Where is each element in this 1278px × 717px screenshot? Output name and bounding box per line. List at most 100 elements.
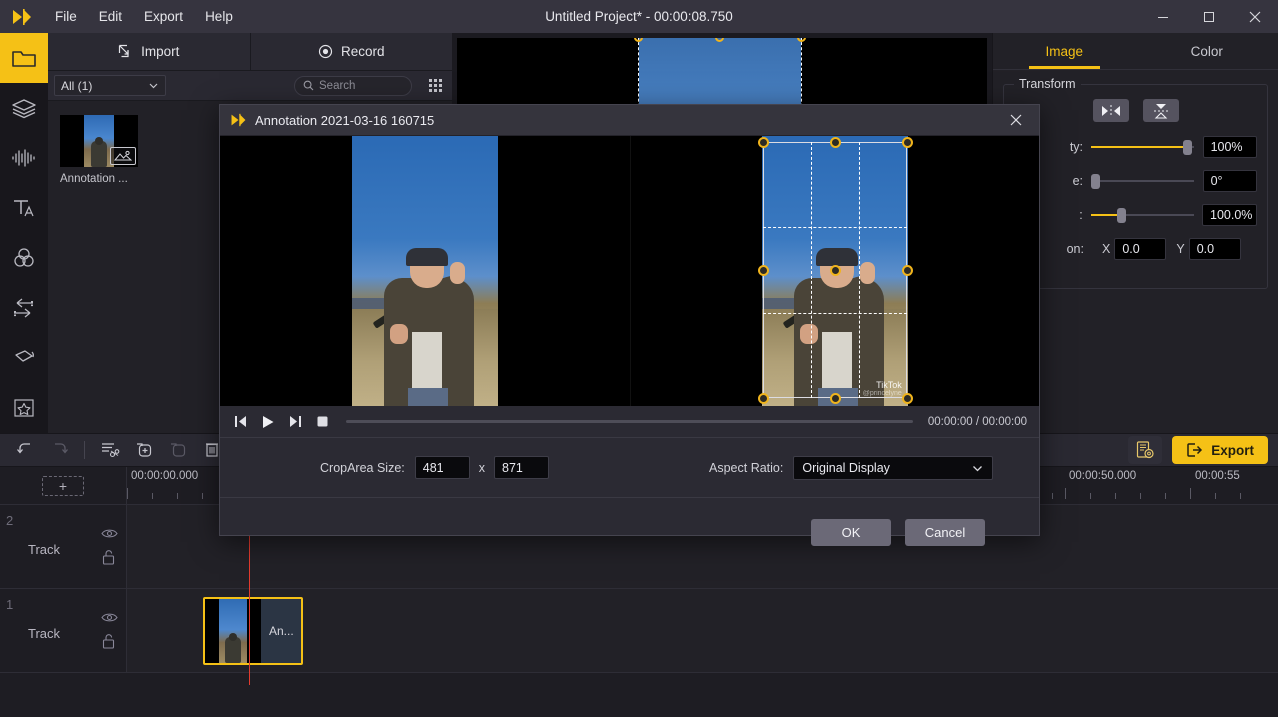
position-y-value[interactable]: 0.0 xyxy=(1189,238,1241,260)
minimize-button[interactable] xyxy=(1140,0,1186,33)
tab-image[interactable]: Image xyxy=(993,33,1136,69)
redo-button[interactable] xyxy=(44,437,74,463)
unlock-icon[interactable] xyxy=(101,633,118,649)
opacity-slider[interactable] xyxy=(1091,136,1193,158)
sidebar-item-audio[interactable] xyxy=(0,133,48,183)
croparea-height-input[interactable]: 871 xyxy=(494,456,549,479)
opacity-row: ty: 100% xyxy=(1014,136,1257,158)
croparea-separator: x xyxy=(479,461,485,475)
dialog-preview-area: TikTok @princelyne xyxy=(220,136,1039,406)
flip-vertical-button[interactable] xyxy=(1143,99,1179,122)
cancel-button[interactable]: Cancel xyxy=(905,519,985,546)
duplicate-button[interactable] xyxy=(129,437,159,463)
next-frame-button[interactable] xyxy=(286,412,304,432)
playback-scrubber[interactable] xyxy=(346,420,913,423)
aspect-ratio-dropdown[interactable]: Original Display xyxy=(793,456,993,480)
export-settings-button[interactable] xyxy=(1128,436,1162,464)
position-y-label: Y xyxy=(1176,242,1184,256)
menu-item-help[interactable]: Help xyxy=(194,5,244,28)
scale-slider[interactable] xyxy=(1091,204,1192,226)
close-button[interactable] xyxy=(1232,0,1278,33)
crop-handle-bottom-center[interactable] xyxy=(830,393,841,404)
dialog-close-button[interactable] xyxy=(1003,108,1029,132)
crop-overlay[interactable] xyxy=(631,136,1040,406)
app-logo-icon xyxy=(230,113,247,127)
position-x-label: X xyxy=(1102,242,1110,256)
tab-import[interactable]: Import xyxy=(48,33,251,70)
crop-button[interactable] xyxy=(163,437,193,463)
export-arrow-icon xyxy=(1186,442,1203,458)
crop-handle-bottom-right[interactable] xyxy=(902,393,913,404)
split-icon xyxy=(100,441,120,459)
flip-horizontal-button[interactable] xyxy=(1093,99,1129,122)
crop-grid-line-v1 xyxy=(811,142,812,398)
grid-view-button[interactable] xyxy=(424,75,446,97)
source-preview xyxy=(220,136,630,406)
search-input[interactable]: Search xyxy=(294,76,412,96)
title-bar: File Edit Export Help Untitled Project* … xyxy=(0,0,1278,33)
crop-handle-top-center[interactable] xyxy=(830,137,841,148)
sidebar-item-motion[interactable] xyxy=(0,333,48,383)
preview-handle-top-right[interactable] xyxy=(797,38,806,42)
sidebar-item-effects[interactable] xyxy=(0,383,48,433)
crop-handle-middle-right[interactable] xyxy=(902,265,913,276)
sidebar-item-color[interactable] xyxy=(0,233,48,283)
crop-preview[interactable]: TikTok @princelyne xyxy=(630,136,1040,406)
rotate-value[interactable]: 0° xyxy=(1203,170,1257,192)
tab-record[interactable]: Record xyxy=(251,33,453,70)
track-lane[interactable]: An... xyxy=(127,589,1278,672)
menu-item-file[interactable]: File xyxy=(44,5,88,28)
media-asset-card[interactable]: Annotation ... xyxy=(60,115,138,185)
transitions-icon xyxy=(11,297,37,319)
media-tabs: Import Record xyxy=(48,33,452,71)
sidebar-item-media-library[interactable] xyxy=(0,33,48,83)
scale-value[interactable]: 100.0% xyxy=(1202,204,1257,226)
opacity-value[interactable]: 100% xyxy=(1203,136,1257,158)
media-filter-value: All (1) xyxy=(61,79,92,93)
crop-handle-top-left[interactable] xyxy=(758,137,769,148)
croparea-width-input[interactable]: 481 xyxy=(415,456,470,479)
prev-frame-button[interactable] xyxy=(232,412,250,432)
track-header[interactable]: 1 Track xyxy=(0,589,127,672)
eye-icon[interactable] xyxy=(101,612,118,623)
ok-button[interactable]: OK xyxy=(811,519,891,546)
unlock-icon[interactable] xyxy=(101,549,118,565)
timeline-clip[interactable]: An... xyxy=(203,597,303,665)
position-x-value[interactable]: 0.0 xyxy=(1114,238,1166,260)
crop-handle-center[interactable] xyxy=(830,265,841,276)
media-thumbnail xyxy=(60,115,138,167)
menu-item-export[interactable]: Export xyxy=(133,5,194,28)
crop-handle-middle-left[interactable] xyxy=(758,265,769,276)
scale-row: : 100.0% xyxy=(1014,204,1257,226)
stop-button[interactable] xyxy=(313,412,331,432)
media-asset-label: Annotation ... xyxy=(60,173,138,185)
crop-handle-top-right[interactable] xyxy=(902,137,913,148)
crop-handle-bottom-left[interactable] xyxy=(758,393,769,404)
media-filter-dropdown[interactable]: All (1) xyxy=(54,75,166,96)
eye-icon[interactable] xyxy=(101,528,118,539)
split-button[interactable] xyxy=(95,437,125,463)
undo-icon xyxy=(16,442,35,458)
clip-label: An... xyxy=(269,624,294,638)
menu-item-edit[interactable]: Edit xyxy=(88,5,133,28)
crop-grid-line-h2 xyxy=(763,313,907,314)
sidebar-item-transitions[interactable] xyxy=(0,283,48,333)
rotate-slider[interactable] xyxy=(1091,170,1193,192)
maximize-button[interactable] xyxy=(1186,0,1232,33)
menu-bar: File Edit Export Help xyxy=(44,0,244,33)
sidebar-item-layers[interactable] xyxy=(0,83,48,133)
export-button[interactable]: Export xyxy=(1172,436,1268,464)
tab-color[interactable]: Color xyxy=(1136,33,1278,69)
undo-button[interactable] xyxy=(10,437,40,463)
play-button[interactable] xyxy=(259,412,277,432)
track-header[interactable]: 2 Track xyxy=(0,505,127,588)
flip-buttons-row xyxy=(1014,99,1257,122)
add-track-button[interactable]: + xyxy=(0,467,127,505)
sidebar-item-text[interactable] xyxy=(0,183,48,233)
position-row: on: X 0.0 Y 0.0 xyxy=(1014,238,1257,260)
dialog-footer: OK Cancel xyxy=(220,498,1039,566)
dialog-transport-bar: 00:00:00 / 00:00:00 xyxy=(220,406,1039,438)
grid-icon xyxy=(428,78,443,93)
redo-icon xyxy=(50,442,69,458)
clip-thumbnail xyxy=(205,599,261,663)
